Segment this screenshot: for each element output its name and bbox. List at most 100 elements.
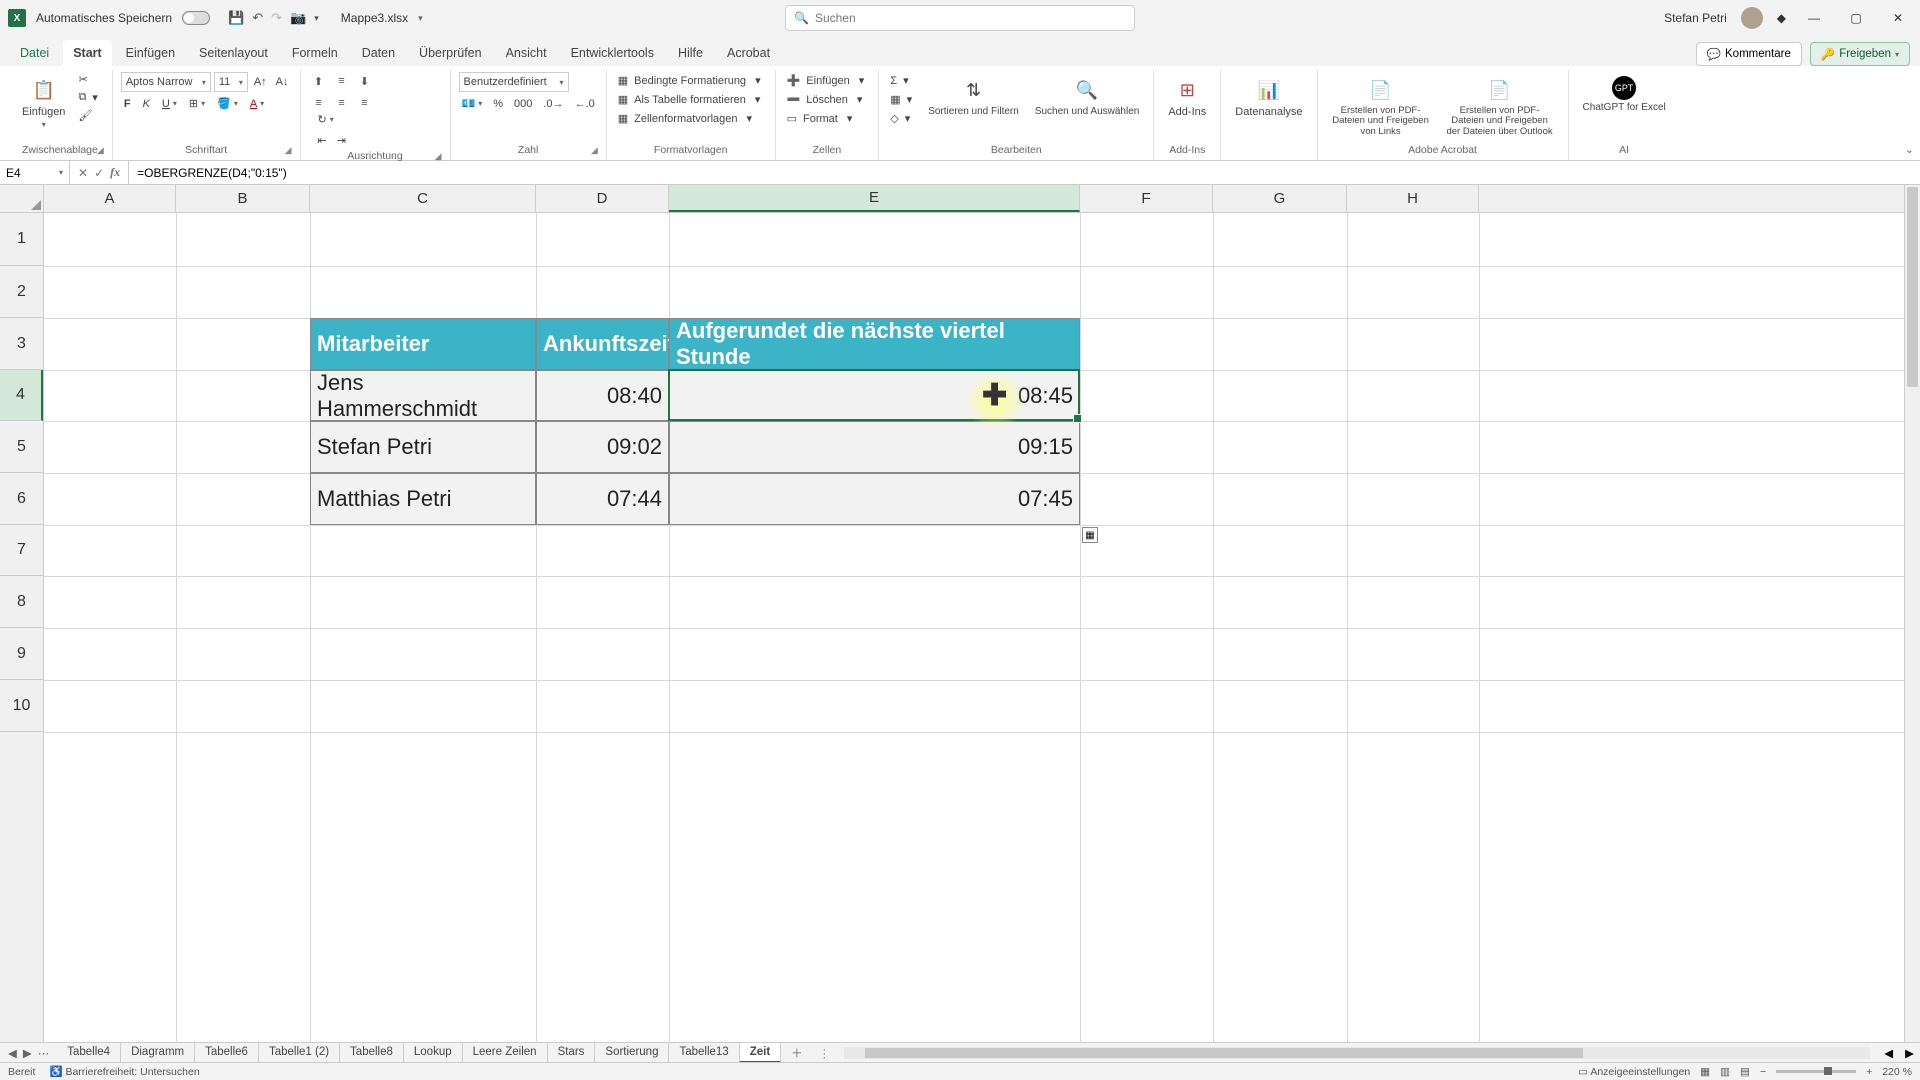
view-normal-icon[interactable]: ▦ — [1700, 1066, 1710, 1078]
decrease-indent-icon[interactable]: ⇤ — [315, 133, 330, 148]
autosave-toggle[interactable] — [182, 11, 210, 25]
copy-icon[interactable]: ⧉ ▾ — [75, 89, 103, 106]
tab-überprüfen[interactable]: Überprüfen — [409, 40, 492, 66]
vertical-scrollbar[interactable] — [1904, 185, 1920, 1042]
conditional-formatting[interactable]: ▦ Bedingte Formatierung ▾ — [615, 72, 767, 89]
format-as-table[interactable]: ▦ Als Tabelle formatieren ▾ — [615, 91, 767, 108]
autosum-icon[interactable]: Σ ▾ — [887, 72, 918, 89]
align-middle-icon[interactable]: ≡ — [332, 72, 352, 90]
view-layout-icon[interactable]: ▥ — [1720, 1066, 1730, 1078]
tab-acrobat[interactable]: Acrobat — [717, 40, 780, 66]
sheet-tab-stars[interactable]: Stars — [548, 1043, 596, 1063]
sheet-tab-diagramm[interactable]: Diagramm — [121, 1043, 195, 1063]
pdf-share-link[interactable]: 📄Erstellen von PDF-Dateien und Freigeben… — [1326, 72, 1436, 141]
font-name[interactable]: Aptos Narrow▾ — [121, 72, 211, 92]
delete-cells[interactable]: ➖ Löschen ▾ — [784, 91, 871, 108]
cancel-formula-icon[interactable]: ✕ — [78, 166, 88, 180]
sheet-tab-tabelle13[interactable]: Tabelle13 — [669, 1043, 739, 1063]
cell-name-1[interactable]: Stefan Petri — [310, 421, 536, 473]
underline-button[interactable]: U▾ — [159, 96, 180, 111]
enter-formula-icon[interactable]: ✓ — [94, 166, 104, 180]
tab-einfügen[interactable]: Einfügen — [116, 40, 185, 66]
col-header-G[interactable]: G — [1213, 185, 1347, 212]
find-select[interactable]: 🔍Suchen und Auswählen — [1029, 72, 1146, 121]
redo-icon[interactable]: ↷ — [271, 10, 282, 26]
dec-decimal-icon[interactable]: ←.0 — [572, 96, 598, 111]
cell-time-0[interactable]: 08:40 — [536, 370, 669, 421]
search-box[interactable]: 🔍 Suchen — [785, 5, 1135, 31]
font-color-icon[interactable]: A▾ — [247, 96, 267, 111]
comments-button[interactable]: 💬 Kommentare — [1696, 42, 1802, 66]
increase-indent-icon[interactable]: ⇥ — [334, 133, 349, 148]
sort-filter[interactable]: ⇅Sortieren und Filtern — [922, 72, 1025, 121]
format-painter-icon[interactable]: 🖌 — [75, 108, 103, 123]
fill-color-icon[interactable]: 🪣▾ — [214, 96, 241, 111]
currency-icon[interactable]: 💶▾ — [459, 96, 486, 111]
header-ankunftszeit[interactable]: Ankunftszeit — [536, 318, 669, 370]
col-header-C[interactable]: C — [310, 185, 536, 212]
undo-icon[interactable]: ↶ — [252, 10, 263, 26]
row-header-1[interactable]: 1 — [0, 213, 43, 266]
align-bottom-icon[interactable]: ⬇ — [355, 72, 375, 90]
sheet-nav-next[interactable]: ▶ — [23, 1046, 32, 1060]
paste-button[interactable]: 📋Einfügen▾ — [16, 72, 71, 133]
formula-input[interactable]: =OBERGRENZE(D4;"0:15") — [129, 166, 1920, 180]
sheet-tab-leere-zeilen[interactable]: Leere Zeilen — [463, 1043, 548, 1063]
tab-formeln[interactable]: Formeln — [282, 40, 348, 66]
cell-name-0[interactable]: Jens Hammerschmidt — [310, 370, 536, 421]
cell-styles[interactable]: ▦ Zellenformatvorlagen ▾ — [615, 110, 767, 127]
avatar[interactable] — [1741, 7, 1763, 29]
user-name[interactable]: Stefan Petri — [1664, 11, 1727, 25]
tab-seitenlayout[interactable]: Seitenlayout — [189, 40, 278, 66]
select-all-corner[interactable] — [0, 185, 44, 213]
number-format[interactable]: Benutzerdefiniert▾ — [459, 72, 569, 92]
sheet-tab-tabelle8[interactable]: Tabelle8 — [340, 1043, 404, 1063]
fx-icon[interactable]: fx — [110, 165, 120, 180]
collapse-ribbon-icon[interactable]: ⌄ — [1905, 143, 1914, 156]
save-icon[interactable]: 💾 — [228, 10, 244, 26]
row-header-8[interactable]: 8 — [0, 576, 43, 628]
shrink-font-icon[interactable]: A↓ — [273, 72, 292, 92]
row-header-4[interactable]: 4 — [0, 370, 43, 421]
font-size[interactable]: 11▾ — [214, 72, 248, 92]
sheet-tab-tabelle6[interactable]: Tabelle6 — [195, 1043, 259, 1063]
row-header-3[interactable]: 3 — [0, 318, 43, 370]
zoom-in-icon[interactable]: + — [1866, 1066, 1872, 1078]
cell-name-2[interactable]: Matthias Petri — [310, 473, 536, 525]
col-header-F[interactable]: F — [1080, 185, 1213, 212]
fill-icon[interactable]: ▦ ▾ — [887, 91, 918, 108]
row-header-6[interactable]: 6 — [0, 473, 43, 525]
borders-icon[interactable]: ⊞▾ — [186, 96, 208, 111]
sheet-nav-prev[interactable]: ◀ — [8, 1046, 17, 1060]
cut-icon[interactable]: ✂ — [75, 72, 103, 87]
display-settings[interactable]: ▭ Anzeigeeinstellungen — [1578, 1066, 1690, 1078]
data-analysis[interactable]: 📊Datenanalyse — [1229, 72, 1308, 122]
diamond-icon[interactable]: ◆ — [1777, 11, 1786, 25]
chatgpt-button[interactable]: GPTChatGPT for Excel — [1577, 72, 1672, 117]
accessibility-status[interactable]: ♿ Barrierefreiheit: Untersuchen — [49, 1065, 199, 1078]
autofill-options-button[interactable]: ▦ — [1082, 527, 1098, 543]
horizontal-scrollbar[interactable] — [844, 1047, 1870, 1059]
align-left-icon[interactable]: ≡ — [309, 94, 329, 112]
row-header-7[interactable]: 7 — [0, 525, 43, 576]
bold-button[interactable]: F — [121, 96, 134, 111]
cell-rounded-1[interactable]: 09:15 — [669, 421, 1080, 473]
close-button[interactable]: ✕ — [1884, 11, 1912, 25]
add-sheet-button[interactable]: ＋ — [781, 1045, 813, 1061]
share-button[interactable]: 🔑 Freigeben ▾ — [1810, 42, 1910, 66]
col-header-H[interactable]: H — [1347, 185, 1479, 212]
grow-font-icon[interactable]: A↑ — [251, 72, 270, 92]
sheet-tab-sortierung[interactable]: Sortierung — [595, 1043, 669, 1063]
percent-icon[interactable]: % — [490, 96, 506, 111]
tab-ansicht[interactable]: Ansicht — [496, 40, 557, 66]
tab-start[interactable]: Start — [63, 40, 111, 66]
zoom-level[interactable]: 220 % — [1882, 1066, 1912, 1078]
sheet-tab-tabelle4[interactable]: Tabelle4 — [57, 1043, 121, 1063]
name-box[interactable]: E4▾ — [0, 161, 70, 184]
spreadsheet-grid[interactable]: ABCDEFGH 12345678910 MitarbeiterAnkunfts… — [0, 185, 1920, 1042]
col-header-A[interactable]: A — [44, 185, 176, 212]
align-top-icon[interactable]: ⬆ — [309, 72, 329, 90]
col-header-D[interactable]: D — [536, 185, 669, 212]
header-aufgerundet[interactable]: Aufgerundet die nächste viertel Stunde — [669, 318, 1080, 370]
zoom-out-icon[interactable]: − — [1760, 1066, 1766, 1078]
